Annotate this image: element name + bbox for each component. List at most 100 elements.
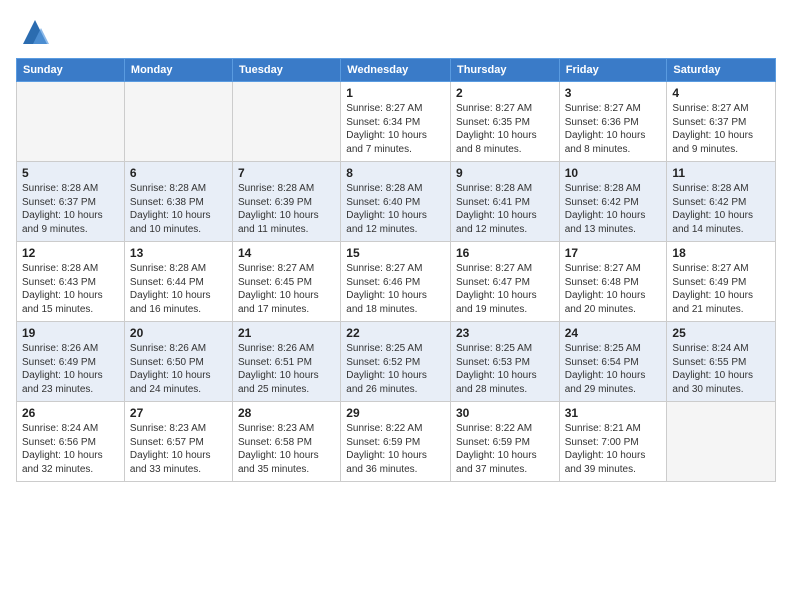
- calendar-header-thursday: Thursday: [450, 59, 559, 82]
- calendar-header-tuesday: Tuesday: [233, 59, 341, 82]
- day-number: 19: [22, 326, 119, 340]
- day-info: Sunrise: 8:26 AMSunset: 6:49 PMDaylight:…: [22, 342, 119, 396]
- day-number: 15: [346, 246, 445, 260]
- day-number: 18: [672, 246, 770, 260]
- calendar-cell: 1Sunrise: 8:27 AMSunset: 6:34 PMDaylight…: [341, 82, 451, 162]
- day-info: Sunrise: 8:28 AMSunset: 6:37 PMDaylight:…: [22, 182, 119, 236]
- day-number: 12: [22, 246, 119, 260]
- day-info: Sunrise: 8:24 AMSunset: 6:56 PMDaylight:…: [22, 422, 119, 476]
- day-info: Sunrise: 8:23 AMSunset: 6:58 PMDaylight:…: [238, 422, 335, 476]
- day-info: Sunrise: 8:27 AMSunset: 6:45 PMDaylight:…: [238, 262, 335, 316]
- calendar-cell: 2 Sunrise: 8:27 AMSunset: 6:35 PMDaylight…: [450, 82, 559, 162]
- calendar-header-friday: Friday: [559, 59, 667, 82]
- calendar-cell: 14 Sunrise: 8:27 AMSunset: 6:45 PMDayligh…: [233, 242, 341, 322]
- calendar-header-wednesday: Wednesday: [341, 59, 451, 82]
- day-info: Sunrise: 8:28 AMSunset: 6:38 PMDaylight:…: [130, 182, 227, 236]
- calendar-cell: 5Sunrise: 8:28 AMSunset: 6:37 PMDaylight…: [17, 162, 125, 242]
- day-number: 3: [565, 86, 662, 100]
- day-number: 30: [456, 406, 554, 420]
- calendar-week-row: 12 Sunrise: 8:28 AMSunset: 6:43 PMDayligh…: [17, 242, 776, 322]
- calendar-header-monday: Monday: [124, 59, 232, 82]
- calendar-cell: [233, 82, 341, 162]
- day-number: 27: [130, 406, 227, 420]
- day-number: 9: [456, 166, 554, 180]
- day-info: Sunrise: 8:25 AMSunset: 6:53 PMDaylight:…: [456, 342, 554, 396]
- day-info: Sunrise: 8:24 AMSunset: 6:55 PMDaylight:…: [672, 342, 770, 396]
- day-number: 10: [565, 166, 662, 180]
- page: SundayMondayTuesdayWednesdayThursdayFrid…: [0, 0, 792, 612]
- day-number: 20: [130, 326, 227, 340]
- calendar-week-row: 5Sunrise: 8:28 AMSunset: 6:37 PMDaylight…: [17, 162, 776, 242]
- day-info: Sunrise: 8:26 AMSunset: 6:50 PMDaylight:…: [130, 342, 227, 396]
- day-number: 25: [672, 326, 770, 340]
- calendar-cell: 28 Sunrise: 8:23 AMSunset: 6:58 PMDayligh…: [233, 402, 341, 482]
- day-info: Sunrise: 8:21 AMSunset: 7:00 PMDaylight:…: [565, 422, 662, 476]
- day-info: Sunrise: 8:22 AMSunset: 6:59 PMDaylight:…: [346, 422, 445, 476]
- day-number: 14: [238, 246, 335, 260]
- calendar-cell: 29Sunrise: 8:22 AMSunset: 6:59 PMDayligh…: [341, 402, 451, 482]
- day-number: 13: [130, 246, 227, 260]
- day-number: 16: [456, 246, 554, 260]
- logo-icon: [19, 16, 51, 48]
- day-number: 4: [672, 86, 770, 100]
- day-info: Sunrise: 8:25 AMSunset: 6:52 PMDaylight:…: [346, 342, 445, 396]
- calendar-cell: 23Sunrise: 8:25 AMSunset: 6:53 PMDayligh…: [450, 322, 559, 402]
- day-info: Sunrise: 8:25 AMSunset: 6:54 PMDaylight:…: [565, 342, 662, 396]
- calendar-cell: 10 Sunrise: 8:28 AMSunset: 6:42 PMDayligh…: [559, 162, 667, 242]
- day-number: 17: [565, 246, 662, 260]
- day-number: 21: [238, 326, 335, 340]
- day-number: 24: [565, 326, 662, 340]
- calendar-header-sunday: Sunday: [17, 59, 125, 82]
- calendar-cell: 15 Sunrise: 8:27 AMSunset: 6:46 PMDayligh…: [341, 242, 451, 322]
- day-info: Sunrise: 8:28 AMSunset: 6:42 PMDaylight:…: [565, 182, 662, 236]
- calendar-header-saturday: Saturday: [667, 59, 776, 82]
- calendar-cell: 21 Sunrise: 8:26 AMSunset: 6:51 PMDayligh…: [233, 322, 341, 402]
- calendar-cell: 3Sunrise: 8:27 AMSunset: 6:36 PMDaylight…: [559, 82, 667, 162]
- calendar-cell: [667, 402, 776, 482]
- day-number: 26: [22, 406, 119, 420]
- calendar-cell: 22Sunrise: 8:25 AMSunset: 6:52 PMDayligh…: [341, 322, 451, 402]
- calendar-cell: 19 Sunrise: 8:26 AMSunset: 6:49 PMDayligh…: [17, 322, 125, 402]
- calendar-header-row: SundayMondayTuesdayWednesdayThursdayFrid…: [17, 59, 776, 82]
- day-info: Sunrise: 8:26 AMSunset: 6:51 PMDaylight:…: [238, 342, 335, 396]
- day-number: 6: [130, 166, 227, 180]
- day-info: Sunrise: 8:28 AMSunset: 6:43 PMDaylight:…: [22, 262, 119, 316]
- calendar-cell: 27Sunrise: 8:23 AMSunset: 6:57 PMDayligh…: [124, 402, 232, 482]
- day-number: 2: [456, 86, 554, 100]
- calendar-cell: 25 Sunrise: 8:24 AMSunset: 6:55 PMDayligh…: [667, 322, 776, 402]
- calendar-cell: 16 Sunrise: 8:27 AMSunset: 6:47 PMDayligh…: [450, 242, 559, 322]
- day-info: Sunrise: 8:27 AMSunset: 6:37 PMDaylight:…: [672, 102, 770, 156]
- header: [16, 16, 776, 48]
- calendar-cell: 13 Sunrise: 8:28 AMSunset: 6:44 PMDayligh…: [124, 242, 232, 322]
- logo: [16, 16, 51, 48]
- day-info: Sunrise: 8:28 AMSunset: 6:41 PMDaylight:…: [456, 182, 554, 236]
- calendar-cell: 30 Sunrise: 8:22 AMSunset: 6:59 PMDayligh…: [450, 402, 559, 482]
- day-info: Sunrise: 8:28 AMSunset: 6:44 PMDaylight:…: [130, 262, 227, 316]
- calendar-cell: 9 Sunrise: 8:28 AMSunset: 6:41 PMDaylight…: [450, 162, 559, 242]
- day-number: 7: [238, 166, 335, 180]
- calendar-cell: 24 Sunrise: 8:25 AMSunset: 6:54 PMDayligh…: [559, 322, 667, 402]
- calendar-cell: 11Sunrise: 8:28 AMSunset: 6:42 PMDayligh…: [667, 162, 776, 242]
- calendar-cell: 7Sunrise: 8:28 AMSunset: 6:39 PMDaylight…: [233, 162, 341, 242]
- calendar-cell: 17Sunrise: 8:27 AMSunset: 6:48 PMDayligh…: [559, 242, 667, 322]
- day-info: Sunrise: 8:22 AMSunset: 6:59 PMDaylight:…: [456, 422, 554, 476]
- calendar-week-row: 26 Sunrise: 8:24 AMSunset: 6:56 PMDayligh…: [17, 402, 776, 482]
- day-info: Sunrise: 8:27 AMSunset: 6:49 PMDaylight:…: [672, 262, 770, 316]
- day-number: 1: [346, 86, 445, 100]
- calendar-cell: 12 Sunrise: 8:28 AMSunset: 6:43 PMDayligh…: [17, 242, 125, 322]
- day-info: Sunrise: 8:27 AMSunset: 6:47 PMDaylight:…: [456, 262, 554, 316]
- day-info: Sunrise: 8:27 AMSunset: 6:46 PMDaylight:…: [346, 262, 445, 316]
- calendar-cell: 26 Sunrise: 8:24 AMSunset: 6:56 PMDayligh…: [17, 402, 125, 482]
- calendar-cell: 31 Sunrise: 8:21 AMSunset: 7:00 PMDayligh…: [559, 402, 667, 482]
- day-info: Sunrise: 8:27 AMSunset: 6:35 PMDaylight:…: [456, 102, 554, 156]
- day-number: 31: [565, 406, 662, 420]
- calendar-cell: 18 Sunrise: 8:27 AMSunset: 6:49 PMDayligh…: [667, 242, 776, 322]
- calendar-week-row: 1Sunrise: 8:27 AMSunset: 6:34 PMDaylight…: [17, 82, 776, 162]
- calendar-cell: [17, 82, 125, 162]
- calendar-cell: [124, 82, 232, 162]
- calendar-table: SundayMondayTuesdayWednesdayThursdayFrid…: [16, 58, 776, 482]
- day-number: 28: [238, 406, 335, 420]
- day-number: 11: [672, 166, 770, 180]
- day-number: 8: [346, 166, 445, 180]
- day-info: Sunrise: 8:28 AMSunset: 6:40 PMDaylight:…: [346, 182, 445, 236]
